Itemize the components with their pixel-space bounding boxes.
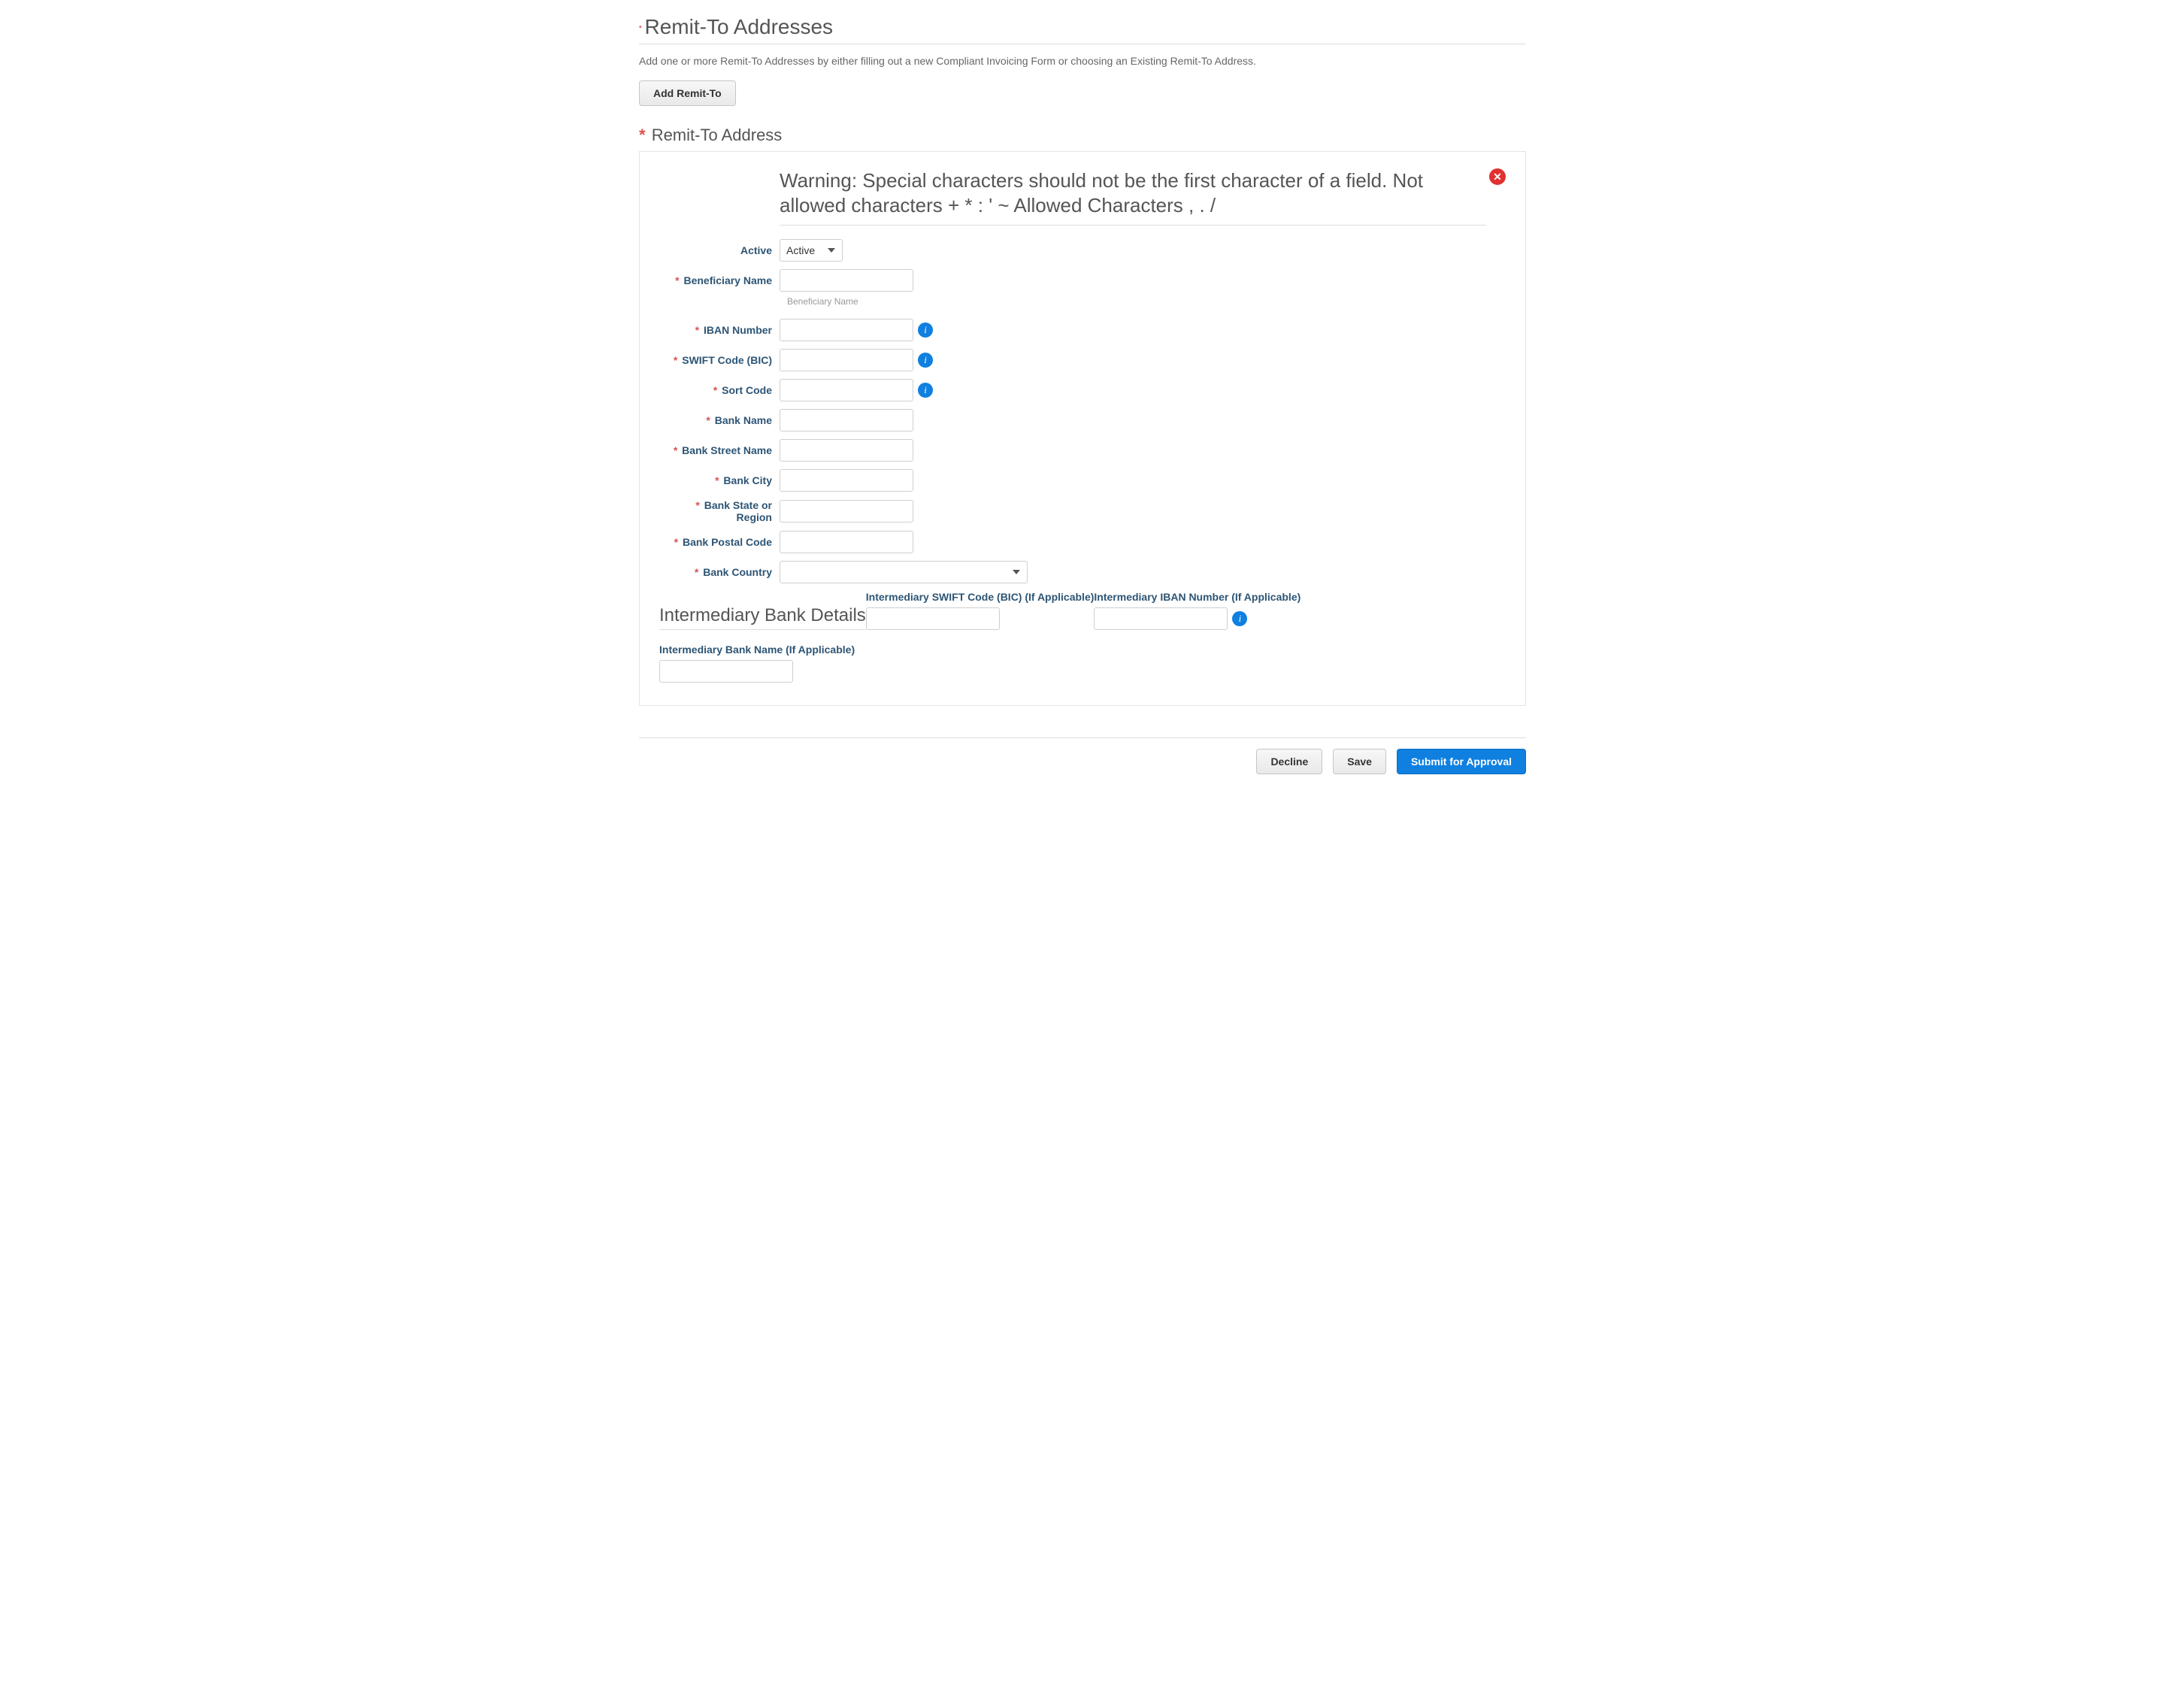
label-iban: * IBAN Number (659, 324, 780, 336)
info-icon[interactable]: i (918, 383, 933, 398)
required-star-icon: * (639, 126, 646, 144)
page-container: • Remit-To Addresses Add one or more Rem… (541, 0, 1624, 804)
required-star-icon: * (695, 566, 698, 578)
section-description: Add one or more Remit-To Addresses by ei… (639, 55, 1526, 67)
intermediary-row: Intermediary Bank Details Intermediary S… (659, 591, 1506, 630)
submit-for-approval-button[interactable]: Submit for Approval (1397, 749, 1526, 774)
warning-text: Warning: Special characters should not b… (780, 168, 1486, 226)
required-star-icon: * (713, 384, 717, 396)
required-star-icon: * (695, 499, 699, 511)
sort-code-input[interactable] (780, 379, 913, 401)
required-star-icon: * (674, 354, 677, 366)
intermediary-swift-col: Intermediary SWIFT Code (BIC) (If Applic… (866, 591, 1095, 630)
iban-input[interactable] (780, 319, 913, 341)
row-active: Active Active (659, 239, 1506, 262)
intermediary-iban-label: Intermediary IBAN Number (If Applicable) (1094, 591, 1301, 603)
row-bank-country: * Bank Country (659, 561, 1506, 583)
active-select-wrap: Active (780, 239, 843, 262)
required-star-icon: * (695, 324, 699, 336)
intermediary-bank-name-block: Intermediary Bank Name (If Applicable) (659, 644, 1506, 683)
label-bank-name: * Bank Name (659, 414, 780, 426)
section-title-text: Remit-To Addresses (645, 15, 834, 39)
section-bullet-icon: • (639, 23, 642, 32)
bank-street-input[interactable] (780, 439, 913, 462)
subsection-title: * Remit-To Address (639, 126, 1526, 145)
bank-city-input[interactable] (780, 469, 913, 492)
intermediary-iban-input[interactable] (1094, 607, 1228, 630)
bank-country-select-wrap (780, 561, 1028, 583)
footer-actions: Decline Save Submit for Approval (639, 737, 1526, 774)
warning-row: Warning: Special characters should not b… (659, 168, 1506, 239)
intermediary-iban-col: Intermediary IBAN Number (If Applicable)… (1094, 591, 1301, 630)
required-star-icon: * (706, 414, 710, 426)
label-bank-state: * Bank State or Region (659, 499, 780, 523)
section-title: • Remit-To Addresses (639, 15, 1526, 44)
row-bank-postal: * Bank Postal Code (659, 531, 1506, 553)
row-bank-name: * Bank Name (659, 409, 1506, 432)
info-icon[interactable]: i (1232, 611, 1247, 626)
label-swift: * SWIFT Code (BIC) (659, 354, 780, 366)
close-icon[interactable]: ✕ (1489, 168, 1506, 185)
required-star-icon: * (674, 444, 677, 456)
intermediary-bank-name-input[interactable] (659, 660, 793, 683)
row-sort-code: * Sort Code i (659, 379, 1506, 401)
label-active: Active (659, 244, 780, 256)
required-star-icon: * (674, 536, 678, 548)
bank-country-select[interactable] (780, 561, 1028, 583)
row-swift: * SWIFT Code (BIC) i (659, 349, 1506, 371)
label-sort-code: * Sort Code (659, 384, 780, 396)
required-star-icon: * (675, 274, 679, 286)
remit-to-panel: Warning: Special characters should not b… (639, 151, 1526, 706)
intermediary-swift-label: Intermediary SWIFT Code (BIC) (If Applic… (866, 591, 1095, 603)
row-bank-city: * Bank City (659, 469, 1506, 492)
bank-name-input[interactable] (780, 409, 913, 432)
intermediary-swift-input[interactable] (866, 607, 1000, 630)
row-bank-street: * Bank Street Name (659, 439, 1506, 462)
required-star-icon: * (715, 474, 719, 486)
subsection-title-text: Remit-To Address (652, 126, 783, 144)
decline-button[interactable]: Decline (1256, 749, 1322, 774)
label-bank-street: * Bank Street Name (659, 444, 780, 456)
row-bank-state: * Bank State or Region (659, 499, 1506, 523)
row-iban: * IBAN Number i (659, 319, 1506, 341)
swift-input[interactable] (780, 349, 913, 371)
beneficiary-hint: Beneficiary Name (787, 296, 1506, 307)
intermediary-title: Intermediary Bank Details (659, 605, 866, 630)
label-bank-country: * Bank Country (659, 566, 780, 578)
bank-postal-input[interactable] (780, 531, 913, 553)
beneficiary-name-input[interactable] (780, 269, 913, 292)
save-button[interactable]: Save (1333, 749, 1386, 774)
add-remit-to-button[interactable]: Add Remit-To (639, 80, 736, 106)
info-icon[interactable]: i (918, 353, 933, 368)
label-beneficiary: * Beneficiary Name (659, 274, 780, 286)
label-bank-postal: * Bank Postal Code (659, 536, 780, 548)
bank-state-input[interactable] (780, 500, 913, 522)
intermediary-bank-name-label: Intermediary Bank Name (If Applicable) (659, 644, 1506, 656)
active-select[interactable]: Active (780, 239, 843, 262)
info-icon[interactable]: i (918, 323, 933, 338)
row-beneficiary-name: * Beneficiary Name (659, 269, 1506, 292)
label-bank-city: * Bank City (659, 474, 780, 486)
